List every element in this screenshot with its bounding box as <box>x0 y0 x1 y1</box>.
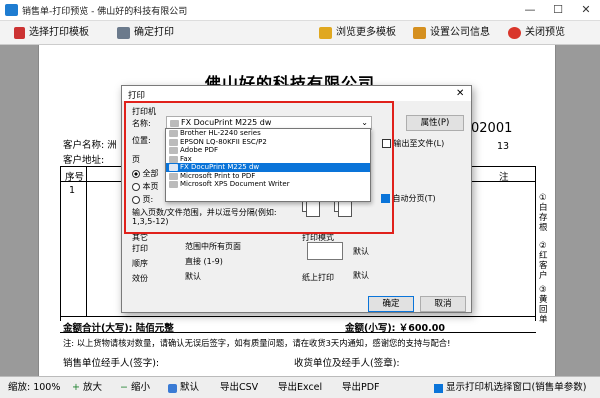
receiver-signature: 收货单位及经手人(签章): <box>294 358 400 369</box>
print-label: 打印 <box>132 244 148 253</box>
settings-icon <box>413 27 426 39</box>
order-label: 顺序 <box>132 259 148 268</box>
paper-select[interactable]: 默认 <box>350 270 460 284</box>
show-printer-dialog-checkbox[interactable]: 显示打印机选择窗口(销售单参数) <box>434 381 586 395</box>
maximize-button[interactable]: ☐ <box>546 2 570 18</box>
select-template-button[interactable]: 选择打印模板 <box>14 25 89 41</box>
zoom-in-button[interactable]: + 放大 <box>72 381 102 395</box>
properties-button[interactable]: 属性(P) <box>406 115 464 131</box>
seller-signature: 销售单位经手人(签字): <box>63 358 160 369</box>
printer-option[interactable]: Brother HL-2240 series <box>166 129 370 138</box>
printer-icon <box>169 164 178 171</box>
note-text: 注: 以上货物请核对数量，请确认无误后签字，如有质量问题，请在收货3天内通知，感… <box>63 338 451 348</box>
col-seq-header: 序号 <box>65 172 85 183</box>
customer-address: 客户地址: <box>63 155 105 166</box>
printer-icon <box>169 138 178 146</box>
copies-select[interactable]: 默认 <box>182 271 282 285</box>
browse-templates-button[interactable]: 浏览更多模板 <box>319 25 396 41</box>
total-upper: 金额合计(大写): 陆佰元整 <box>63 323 174 334</box>
cancel-button[interactable]: 取消 <box>420 296 466 312</box>
print-mode-preview-icon <box>307 242 343 260</box>
printer-option[interactable]: Adobe PDF <box>166 146 370 155</box>
print-mode-select[interactable]: 默认 <box>350 246 460 260</box>
export-pdf-button[interactable]: 导出PDF <box>342 381 380 395</box>
dialog-close-button[interactable]: ✕ <box>456 88 464 99</box>
row-seq: 1 <box>69 185 76 196</box>
copy-label-red: ②红客户 <box>539 241 548 281</box>
doc-date: 13 <box>497 141 510 152</box>
printer-icon <box>169 147 178 154</box>
dialog-titlebar <box>122 86 471 101</box>
col-remark-header: 注 <box>499 172 509 183</box>
minus-icon: − <box>120 382 128 393</box>
window-title: 销售单-打印预览 - 佛山好的科技有限公司 <box>22 7 188 17</box>
close-button[interactable]: ✕ <box>574 2 598 18</box>
printer-option[interactable]: Fax <box>166 155 370 164</box>
table-border-right <box>535 166 536 321</box>
printer-option[interactable]: EPSON LQ-80KFII ESC/P2 <box>166 138 370 147</box>
dialog-title: 打印 <box>128 91 146 101</box>
table-border-left <box>60 166 61 321</box>
table-col-line <box>86 166 87 316</box>
printer-icon <box>169 181 178 188</box>
order-select[interactable]: 直接 (1-9) <box>182 256 282 270</box>
printer-icon <box>169 172 178 180</box>
ok-button[interactable]: 确定 <box>368 296 414 312</box>
copy-label-yellow: ③黄回单 <box>539 285 548 325</box>
title-bar: 销售单-打印预览 - 佛山好的科技有限公司 — ☐ ✕ <box>0 0 600 21</box>
template-icon <box>14 27 25 39</box>
printer-option-selected[interactable]: FX DocuPrint M225 dw <box>166 163 370 172</box>
default-zoom-button[interactable]: 默认 <box>168 381 199 395</box>
printer-icon <box>117 27 130 39</box>
printer-icon <box>169 155 178 163</box>
export-excel-button[interactable]: 导出Excel <box>278 381 322 395</box>
zoom-out-button[interactable]: − 缩小 <box>120 381 150 395</box>
printer-icon <box>169 130 178 137</box>
status-bar: 缩放: 100% + 放大 − 缩小 默认 导出CSV 导出Excel 导出PDF … <box>0 376 600 398</box>
paper-label: 纸上打印 <box>302 273 334 282</box>
print-range-select[interactable]: 范围中所有页面 <box>182 241 282 255</box>
company-info-button[interactable]: 设置公司信息 <box>413 25 490 41</box>
zoom-level: 缩放: 100% <box>8 382 61 393</box>
table-row-line <box>60 316 536 317</box>
printer-option[interactable]: Microsoft XPS Document Writer <box>166 180 370 189</box>
close-preview-button[interactable]: 关闭预览 <box>508 25 565 41</box>
confirm-print-button[interactable]: 确定打印 <box>117 25 174 41</box>
copies-label: 效份 <box>132 274 148 283</box>
plus-icon: + <box>72 382 80 393</box>
printer-dropdown-list[interactable]: Brother HL-2240 series EPSON LQ-80KFII E… <box>165 128 371 202</box>
total-lower: 金额(小写): ￥600.00 <box>345 323 445 334</box>
close-circle-icon <box>508 27 521 39</box>
folder-icon <box>319 27 332 39</box>
reset-icon <box>168 383 177 393</box>
toolbar: 选择打印模板 确定打印 浏览更多模板 设置公司信息 关闭预览 <box>0 21 600 45</box>
copy-label-white: ①白存根 <box>539 193 548 233</box>
export-csv-button[interactable]: 导出CSV <box>220 381 258 395</box>
app-icon <box>5 4 18 16</box>
minimize-button[interactable]: — <box>518 2 542 18</box>
checkbox-checked-icon <box>434 383 443 393</box>
printer-option[interactable]: Microsoft Print to PDF <box>166 172 370 181</box>
customer-name: 客户名称: 洲 <box>63 140 117 151</box>
doc-number: 02001 <box>471 121 513 136</box>
